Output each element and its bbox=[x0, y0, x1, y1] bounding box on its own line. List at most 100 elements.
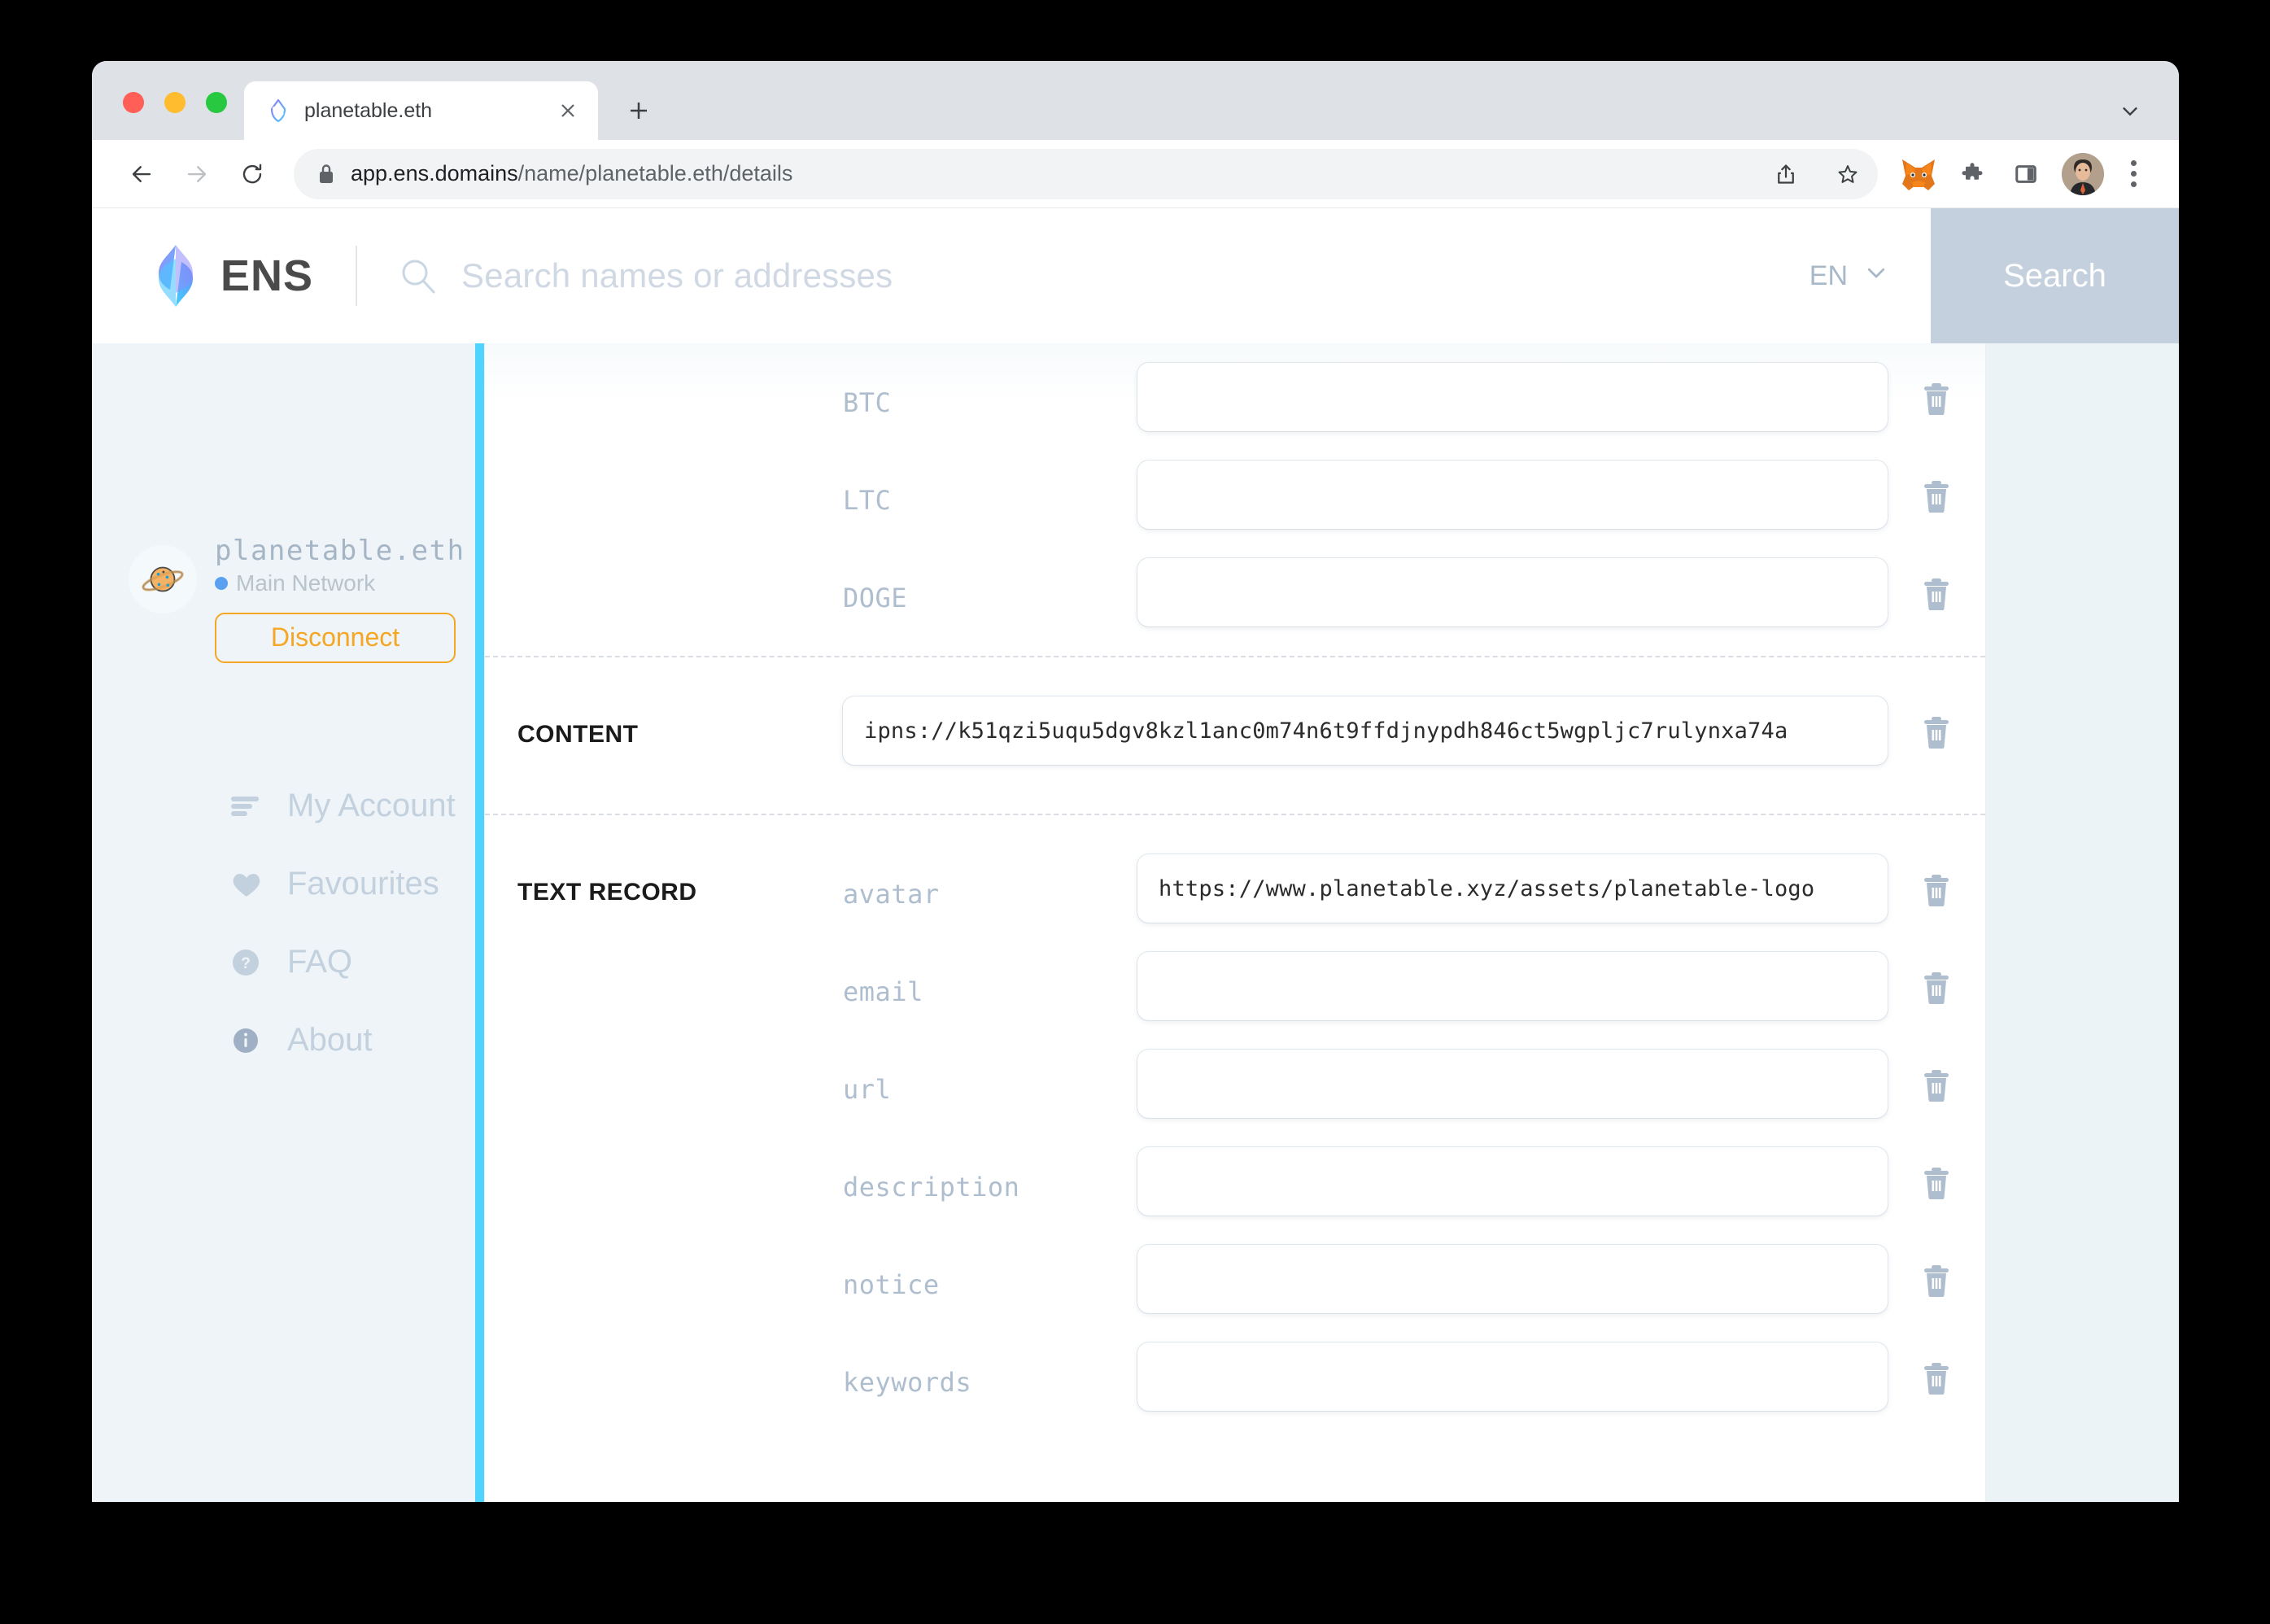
address-row: DOGE bbox=[485, 558, 1985, 626]
text-record-input-avatar[interactable]: https://www.planetable.xyz/assets/planet… bbox=[1137, 854, 1888, 923]
text-record-field-wrapper bbox=[1137, 1050, 1888, 1118]
question-circle-icon: ? bbox=[229, 945, 264, 980]
address-bar[interactable]: app.ens.domains/name/planetable.eth/deta… bbox=[294, 148, 1878, 199]
forward-arrow-right-icon[interactable] bbox=[172, 149, 222, 199]
delete-text-record-description-button[interactable] bbox=[1888, 1147, 1985, 1201]
kebab-menu-icon[interactable] bbox=[2114, 151, 2153, 198]
delete-text-record-keywords-button[interactable] bbox=[1888, 1342, 1985, 1396]
text-record-row: url bbox=[485, 1050, 1985, 1118]
sidebar-nav: My Account Favourites ? FAQ About bbox=[92, 767, 484, 1080]
text-record-key: avatar bbox=[843, 879, 940, 910]
share-icon[interactable] bbox=[1762, 151, 1809, 198]
trash-icon bbox=[1920, 1263, 1953, 1299]
browser-tab[interactable]: planetable.eth bbox=[244, 81, 598, 140]
sidebar-item-faq[interactable]: ? FAQ bbox=[229, 923, 484, 1002]
page-viewport: ENS Search names or addresses EN Search … bbox=[92, 208, 2179, 1502]
delete-address-btc-button[interactable] bbox=[1888, 363, 1985, 417]
text-record-section: TEXT RECORD avatar https://www.planetabl… bbox=[485, 814, 1985, 1411]
search-icon bbox=[399, 257, 437, 295]
text-record-input-url[interactable] bbox=[1137, 1050, 1888, 1118]
text-record-field-wrapper bbox=[1137, 1245, 1888, 1313]
trash-icon bbox=[1920, 1165, 1953, 1201]
bookmark-star-icon[interactable] bbox=[1824, 151, 1871, 198]
metamask-extension-icon[interactable] bbox=[1896, 151, 1941, 197]
sidebar-item-favourites[interactable]: Favourites bbox=[229, 845, 484, 923]
content-hash-input[interactable]: ipns://k51qzi5uqu5dgv8kzl1anc0m74n6t9ffd… bbox=[843, 696, 1888, 765]
delete-address-ltc-button[interactable] bbox=[1888, 461, 1985, 514]
sidebar-item-label: My Account bbox=[287, 788, 456, 823]
profile-avatar-icon[interactable] bbox=[2062, 152, 2104, 195]
tab-list-chevron-down-icon[interactable] bbox=[2114, 94, 2146, 127]
text-record-input-email[interactable] bbox=[1137, 952, 1888, 1020]
address-input-btc[interactable] bbox=[1137, 363, 1888, 431]
delete-text-record-email-button[interactable] bbox=[1888, 952, 1985, 1006]
text-record-row: keywords bbox=[485, 1342, 1985, 1411]
browser-toolbar: app.ens.domains/name/planetable.eth/deta… bbox=[92, 140, 2179, 208]
content-hash-value: ipns://k51qzi5uqu5dgv8kzl1anc0m74n6t9ffd… bbox=[864, 718, 1788, 744]
address-bar-host: app.ens.domains bbox=[351, 161, 518, 186]
delete-content-button[interactable] bbox=[1888, 696, 1985, 750]
text-record-input-keywords[interactable] bbox=[1137, 1342, 1888, 1411]
text-record-input-notice[interactable] bbox=[1137, 1245, 1888, 1313]
addresses-section-label bbox=[517, 363, 843, 387]
search-button[interactable]: Search bbox=[1931, 208, 2179, 343]
text-record-input-description[interactable] bbox=[1137, 1147, 1888, 1216]
planet-avatar-icon bbox=[129, 545, 197, 613]
address-key: DOGE bbox=[843, 583, 908, 613]
text-record-field-wrapper bbox=[1137, 1342, 1888, 1411]
maximize-window-button[interactable] bbox=[206, 92, 227, 113]
delete-text-record-avatar-button[interactable] bbox=[1888, 854, 1985, 908]
close-window-button[interactable] bbox=[123, 92, 144, 113]
delete-address-doge-button[interactable] bbox=[1888, 558, 1985, 612]
window-traffic-lights bbox=[123, 92, 227, 113]
search-input[interactable]: Search names or addresses bbox=[461, 256, 1793, 295]
text-record-section-label-spacer bbox=[517, 1342, 843, 1367]
sidebar-item-about[interactable]: About bbox=[229, 1002, 484, 1080]
address-input-doge[interactable] bbox=[1137, 558, 1888, 626]
text-record-section-label-spacer bbox=[517, 1147, 843, 1172]
ens-logo[interactable]: ENS bbox=[92, 244, 313, 308]
address-bar-url: app.ens.domains/name/planetable.eth/deta… bbox=[351, 161, 1748, 186]
trash-icon bbox=[1920, 576, 1953, 612]
side-panel-icon[interactable] bbox=[2003, 151, 2049, 197]
list-lines-icon bbox=[229, 788, 264, 824]
lock-icon bbox=[316, 162, 336, 186]
address-key: LTC bbox=[843, 485, 892, 516]
content-section-label: CONTENT bbox=[517, 721, 639, 748]
text-record-section-label-spacer bbox=[517, 1050, 843, 1074]
sidebar-item-my-account[interactable]: My Account bbox=[229, 767, 484, 845]
text-record-row: description bbox=[485, 1147, 1985, 1216]
new-tab-button[interactable] bbox=[621, 93, 657, 129]
account-name: planetable.eth bbox=[215, 535, 465, 567]
delete-text-record-url-button[interactable] bbox=[1888, 1050, 1985, 1103]
info-circle-icon bbox=[229, 1023, 264, 1059]
svg-text:?: ? bbox=[241, 955, 251, 972]
trash-icon bbox=[1920, 872, 1953, 908]
content-area: BTC LTC DOGE CONTENT ipns://k51qzi5uqu5d… bbox=[484, 343, 2179, 1502]
address-key: BTC bbox=[843, 387, 892, 418]
text-record-section-label: TEXT RECORD bbox=[517, 879, 697, 906]
delete-text-record-notice-button[interactable] bbox=[1888, 1245, 1985, 1299]
language-selector[interactable]: EN bbox=[1793, 260, 1931, 292]
sidebar-item-label: FAQ bbox=[287, 944, 353, 980]
disconnect-button[interactable]: Disconnect bbox=[215, 612, 456, 663]
sidebar-accent-bar bbox=[475, 343, 484, 1502]
trash-icon bbox=[1920, 714, 1953, 750]
tab-favicon-ens-logo-icon bbox=[267, 98, 290, 123]
content-field-wrapper: ipns://k51qzi5uqu5dgv8kzl1anc0m74n6t9ffd… bbox=[843, 696, 1888, 765]
heart-icon bbox=[229, 867, 264, 902]
tab-close-icon[interactable] bbox=[554, 97, 582, 124]
reload-icon[interactable] bbox=[227, 149, 277, 199]
text-record-row: TEXT RECORD avatar https://www.planetabl… bbox=[485, 854, 1985, 923]
address-field-wrapper bbox=[1137, 363, 1888, 431]
address-field-wrapper bbox=[1137, 558, 1888, 626]
search-bar[interactable]: Search names or addresses bbox=[399, 256, 1793, 295]
trash-icon bbox=[1920, 478, 1953, 514]
back-arrow-left-icon[interactable] bbox=[116, 149, 167, 199]
address-input-ltc[interactable] bbox=[1137, 461, 1888, 529]
content-row: CONTENT ipns://k51qzi5uqu5dgv8kzl1anc0m7… bbox=[485, 657, 1985, 814]
minimize-window-button[interactable] bbox=[164, 92, 186, 113]
trash-icon bbox=[1920, 970, 1953, 1006]
puzzle-extensions-icon[interactable] bbox=[1949, 151, 1995, 197]
records-card: BTC LTC DOGE CONTENT ipns://k51qzi5uqu5d… bbox=[484, 343, 1986, 1502]
